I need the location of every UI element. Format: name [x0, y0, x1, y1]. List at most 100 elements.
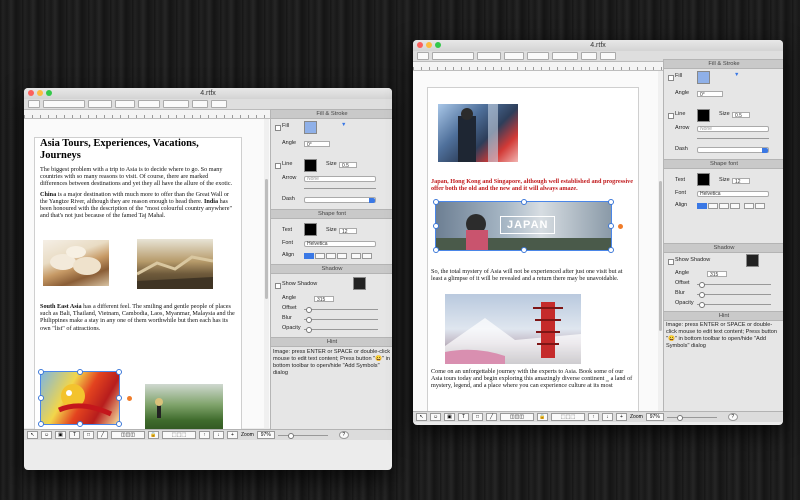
- zoom-field[interactable]: 97%: [256, 431, 275, 439]
- shadow-angle-field[interactable]: 315: [314, 296, 334, 303]
- dash-popup[interactable]: [697, 147, 769, 153]
- list-popup[interactable]: [211, 100, 227, 108]
- shape-tool-button[interactable]: □: [472, 413, 483, 421]
- font-size-field[interactable]: [504, 52, 524, 60]
- zoom-slider[interactable]: [277, 432, 328, 439]
- spacing-popup[interactable]: [192, 100, 208, 108]
- close-window-button[interactable]: [28, 90, 34, 96]
- spacing-popup[interactable]: [581, 52, 597, 60]
- text-tool-button[interactable]: T: [458, 413, 469, 421]
- arrow-slider[interactable]: [697, 138, 769, 139]
- line-color-well[interactable]: [304, 159, 317, 172]
- line-size-field[interactable]: 0.5: [732, 112, 750, 119]
- pointer-tool-button[interactable]: ↖: [416, 413, 427, 421]
- send-back-button[interactable]: ↓: [602, 413, 613, 421]
- resize-handle[interactable]: [77, 369, 83, 375]
- shape-tool-button[interactable]: □: [83, 431, 94, 439]
- typeface-popup[interactable]: [477, 52, 501, 60]
- highlighted-paragraph[interactable]: Japan, Hong Kong and Singapore, although…: [431, 178, 635, 192]
- dumplings-image[interactable]: [43, 240, 109, 286]
- align-middle-button[interactable]: [362, 253, 372, 259]
- resize-handle[interactable]: [608, 199, 614, 205]
- align-top-button[interactable]: [351, 253, 361, 259]
- font-popup[interactable]: [432, 52, 474, 60]
- font-size-field[interactable]: 12: [732, 178, 750, 185]
- zoom-slider[interactable]: [666, 414, 717, 421]
- help-button[interactable]: ?: [727, 413, 738, 421]
- dash-popup[interactable]: [304, 197, 376, 203]
- paragraph-south-east-asia[interactable]: South East Asia has a different feel. Th…: [40, 303, 236, 332]
- symbols-button[interactable]: ☺: [41, 431, 52, 439]
- align-justify-button[interactable]: [730, 203, 740, 209]
- opacity-slider[interactable]: [304, 327, 378, 333]
- resize-handle[interactable]: [433, 223, 439, 229]
- close-window-button[interactable]: [417, 42, 423, 48]
- zoom-field[interactable]: 97%: [645, 413, 664, 421]
- text-color-well[interactable]: [304, 223, 317, 236]
- shadow-color-well[interactable]: [746, 254, 759, 267]
- align-middle-button[interactable]: [755, 203, 765, 209]
- align-center-button[interactable]: [315, 253, 325, 259]
- horizontal-ruler[interactable]: [413, 62, 663, 71]
- group-tools[interactable]: ◫◫◫: [500, 413, 534, 421]
- image-tool-button[interactable]: ▣: [55, 431, 66, 439]
- fill-color-well[interactable]: [697, 71, 710, 84]
- resize-handle[interactable]: [116, 395, 122, 401]
- shadow-color-well[interactable]: [353, 277, 366, 290]
- send-back-button[interactable]: ↓: [213, 431, 224, 439]
- arrange-buttons[interactable]: ⬚⬚⬚: [551, 413, 585, 421]
- zoom-window-button[interactable]: [435, 42, 441, 48]
- vertical-scrollbar[interactable]: [264, 119, 269, 428]
- paragraph-intro[interactable]: The biggest problem with a trip to Asia …: [40, 166, 236, 188]
- paragraph-mystery[interactable]: So, the total mystery of Asia will not b…: [431, 268, 635, 282]
- resize-handle[interactable]: [521, 247, 527, 253]
- show-shadow-checkbox[interactable]: [668, 259, 674, 265]
- align-justify-button[interactable]: [337, 253, 347, 259]
- resize-handle[interactable]: [521, 199, 527, 205]
- lock-button[interactable]: 🔒: [537, 413, 548, 421]
- resize-handle[interactable]: [433, 199, 439, 205]
- resize-handle[interactable]: [38, 395, 44, 401]
- font-popup[interactable]: Helvetica: [697, 191, 769, 197]
- add-button[interactable]: +: [616, 413, 627, 421]
- gradient-icon[interactable]: ▼: [734, 72, 739, 79]
- text-color-well[interactable]: [697, 173, 710, 186]
- zoom-window-button[interactable]: [46, 90, 52, 96]
- font-popup[interactable]: [43, 100, 85, 108]
- align-left-button[interactable]: [304, 253, 314, 259]
- align-buttons[interactable]: [163, 100, 189, 108]
- font-size-field[interactable]: [115, 100, 135, 108]
- style-popup[interactable]: [28, 100, 40, 108]
- align-left-button[interactable]: [697, 203, 707, 209]
- resize-handle[interactable]: [116, 369, 122, 375]
- arrow-popup[interactable]: None: [304, 176, 376, 182]
- bold-italic-buttons[interactable]: [138, 100, 160, 108]
- opacity-slider[interactable]: [697, 302, 771, 308]
- line-tool-button[interactable]: ╱: [486, 413, 497, 421]
- fill-checkbox[interactable]: [275, 125, 281, 131]
- city-crowd-image[interactable]: [438, 104, 518, 162]
- paragraph-china-india[interactable]: China is a major destination with much m…: [40, 191, 236, 220]
- line-tool-button[interactable]: ╱: [97, 431, 108, 439]
- fill-color-well[interactable]: [304, 121, 317, 134]
- document-canvas[interactable]: Asia Tours, Experiences, Vacations, Jour…: [24, 119, 270, 439]
- typeface-popup[interactable]: [88, 100, 112, 108]
- page-title[interactable]: Asia Tours, Experiences, Vacations, Jour…: [40, 138, 236, 162]
- arrow-slider[interactable]: [304, 188, 376, 189]
- resize-handle[interactable]: [116, 421, 122, 427]
- resize-handle[interactable]: [608, 247, 614, 253]
- add-button[interactable]: +: [227, 431, 238, 439]
- japan-banner-image[interactable]: JAPAN: [435, 201, 612, 251]
- offset-slider[interactable]: [697, 282, 771, 288]
- align-center-button[interactable]: [708, 203, 718, 209]
- document-canvas[interactable]: Japan, Hong Kong and Singapore, although…: [413, 71, 663, 419]
- resize-handle[interactable]: [38, 369, 44, 375]
- align-top-button[interactable]: [744, 203, 754, 209]
- fill-checkbox[interactable]: [668, 75, 674, 81]
- document-page[interactable]: Asia Tours, Experiences, Vacations, Jour…: [34, 137, 242, 439]
- line-size-field[interactable]: 0.5: [339, 162, 357, 169]
- minimize-window-button[interactable]: [37, 90, 43, 96]
- line-color-well[interactable]: [697, 109, 710, 122]
- blur-slider[interactable]: [304, 317, 378, 323]
- bring-front-button[interactable]: ↑: [588, 413, 599, 421]
